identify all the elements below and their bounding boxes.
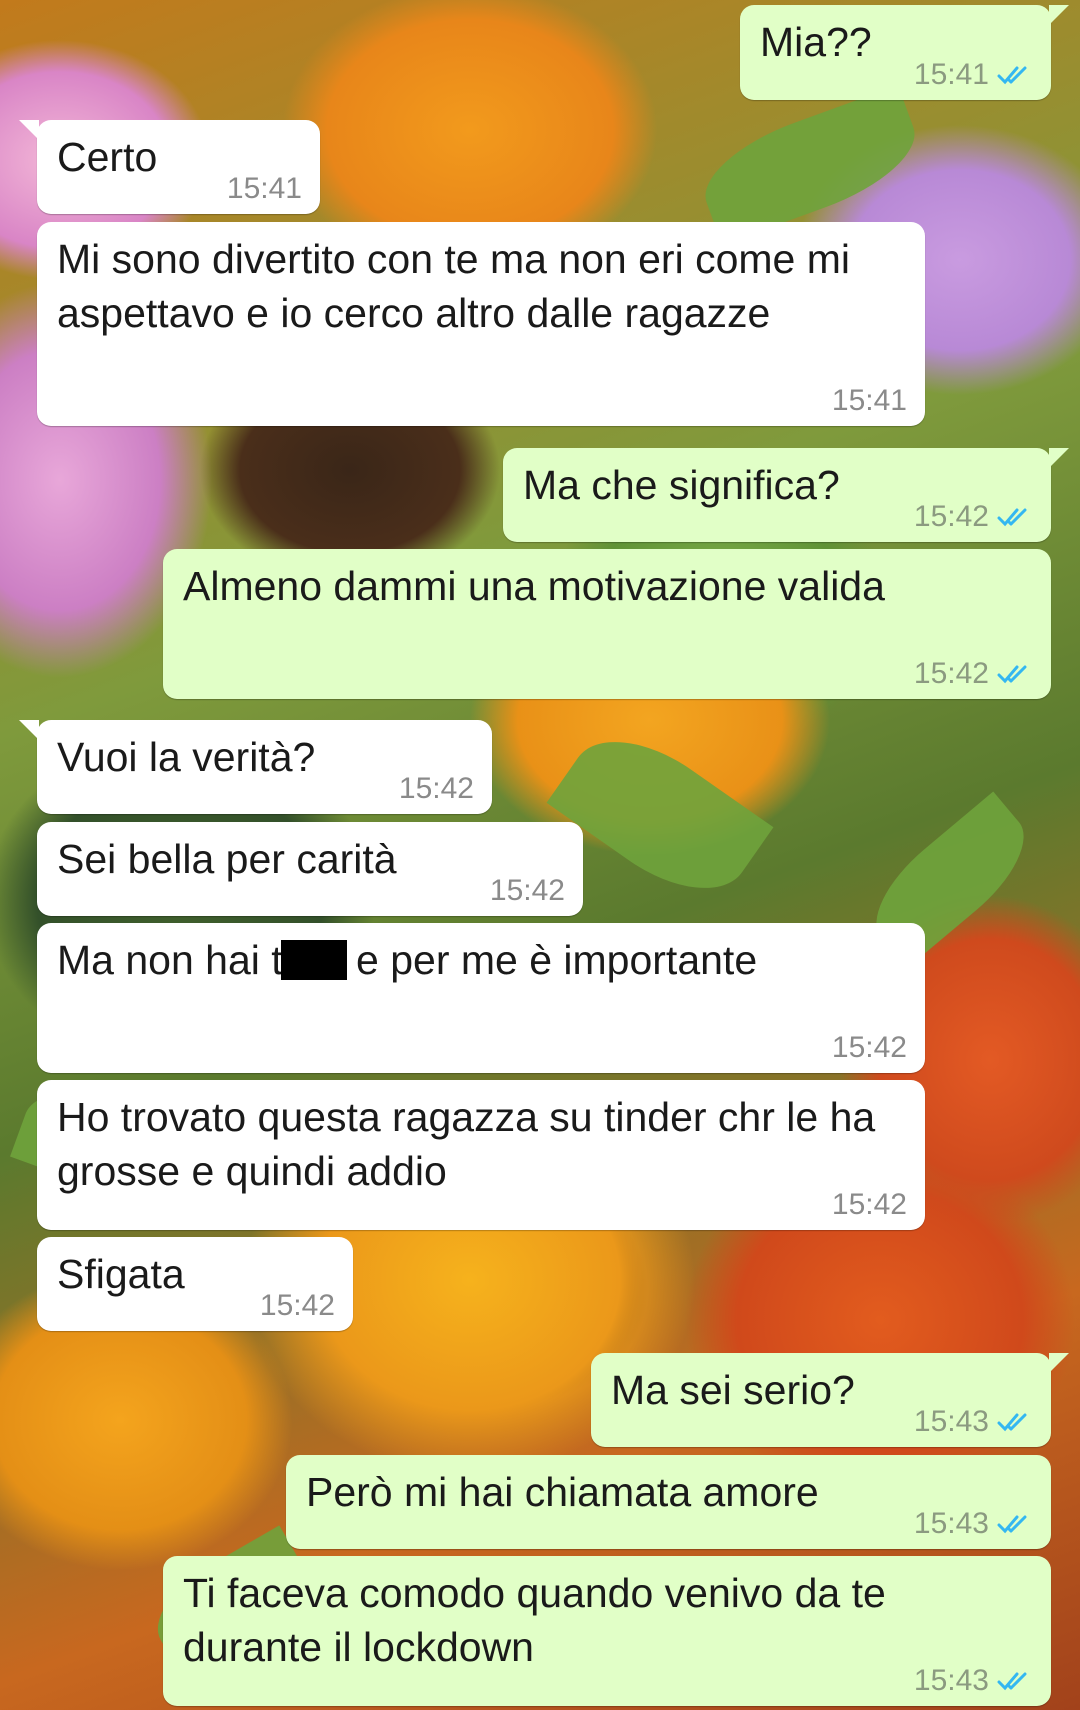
outgoing-message[interactable]: Almeno dammi una motivazione valida 15:4… (163, 549, 1051, 699)
message-meta: 15:42 (832, 1033, 907, 1063)
incoming-message[interactable]: Vuoi la verità? 15:42 (19, 720, 492, 814)
read-ticks-icon (997, 1515, 1027, 1534)
message-time: 15:42 (489, 874, 565, 907)
message-time: 15:42 (913, 657, 989, 690)
message-meta: 15:41 (227, 174, 302, 204)
message-meta: 15:42 (260, 1291, 335, 1321)
read-ticks-icon (997, 508, 1027, 527)
message-text: Ma non hai t e per me è importante (57, 933, 905, 987)
message-text-end: e per me è importante (344, 937, 758, 983)
message-time: 15:42 (398, 772, 474, 805)
message-time: 15:43 (913, 1405, 989, 1438)
outgoing-message[interactable]: Ma sei serio? 15:43 (591, 1353, 1069, 1447)
message-time: 15:42 (259, 1289, 335, 1322)
message-meta: 15:43 (914, 1666, 1033, 1696)
message-time: 15:41 (226, 172, 302, 205)
outgoing-message[interactable]: Ti faceva comodo quando venivo da te dur… (163, 1556, 1051, 1706)
message-text-start: Ma non hai t (57, 937, 283, 983)
message-meta: 15:42 (832, 1190, 907, 1220)
message-meta: 15:42 (914, 659, 1033, 689)
incoming-message[interactable]: Sfigata 15:42 (37, 1237, 353, 1331)
message-meta: 15:43 (914, 1407, 1033, 1437)
message-meta: 15:42 (914, 502, 1033, 532)
message-text: Mi sono divertito con te ma non eri come… (57, 236, 862, 336)
read-ticks-icon (997, 1413, 1027, 1432)
message-text: Ti faceva comodo quando venivo da te dur… (183, 1570, 898, 1670)
message-meta: 15:41 (914, 60, 1033, 90)
outgoing-message[interactable]: Mia?? 15:41 (740, 5, 1069, 100)
message-meta: 15:43 (914, 1509, 1033, 1539)
message-text: Ho trovato questa ragazza su tinder chr … (57, 1094, 887, 1194)
incoming-message[interactable]: Mi sono divertito con te ma non eri come… (37, 222, 925, 426)
message-time: 15:42 (831, 1188, 907, 1221)
read-ticks-icon (997, 1672, 1027, 1691)
incoming-message[interactable]: Ho trovato questa ragazza su tinder chr … (37, 1080, 925, 1230)
message-time: 15:43 (913, 1664, 989, 1697)
message-time: 15:43 (913, 1507, 989, 1540)
incoming-message[interactable]: Ma non hai t e per me è importante 15:42 (37, 923, 925, 1073)
message-time: 15:42 (831, 1031, 907, 1064)
message-list: Mia?? 15:41 Certo 15:41 Mi sono divertit… (0, 0, 1080, 1710)
outgoing-message[interactable]: Ma che significa? 15:42 (503, 448, 1069, 542)
message-meta: 15:42 (399, 774, 474, 804)
read-ticks-icon (997, 66, 1027, 85)
incoming-message[interactable]: Certo 15:41 (19, 120, 320, 214)
message-text: Sei bella per carità (57, 836, 397, 882)
message-meta: 15:42 (490, 876, 565, 906)
message-meta: 15:41 (832, 386, 907, 416)
redaction-block (280, 940, 347, 980)
message-time: 15:41 (913, 58, 989, 91)
message-time: 15:42 (913, 500, 989, 533)
incoming-message[interactable]: Sei bella per carità 15:42 (37, 822, 583, 916)
outgoing-message[interactable]: Però mi hai chiamata amore 15:43 (286, 1455, 1051, 1549)
message-time: 15:41 (831, 384, 907, 417)
read-ticks-icon (997, 665, 1027, 684)
message-text: Almeno dammi una motivazione valida (183, 563, 885, 609)
